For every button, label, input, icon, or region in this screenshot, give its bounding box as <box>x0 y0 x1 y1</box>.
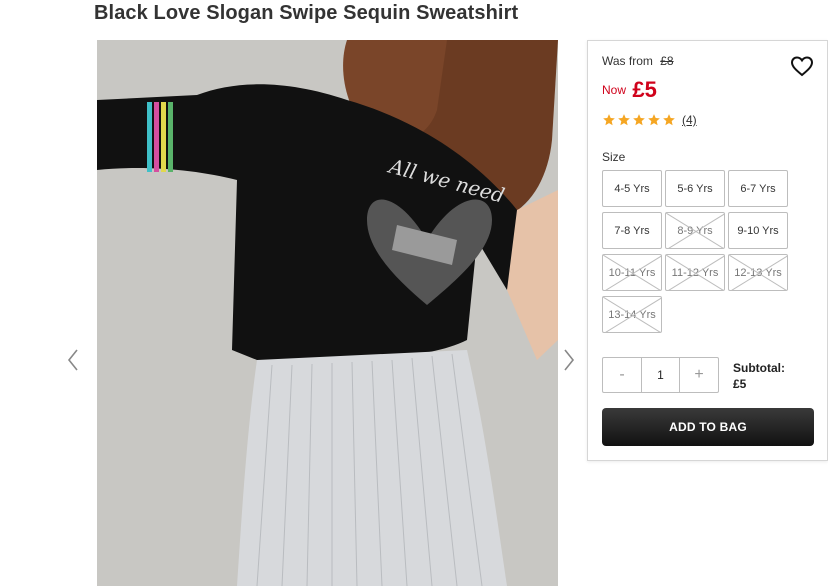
prev-image-button[interactable] <box>64 346 82 374</box>
purchase-panel: Was from £8 Now £5 (4) Size 4-5 Yrs 5-6 Y… <box>587 40 828 461</box>
size-option-label: 5-6 Yrs <box>677 182 713 195</box>
size-option[interactable]: 5-6 Yrs <box>665 170 725 207</box>
add-to-bag-button[interactable]: ADD TO BAG <box>602 408 814 446</box>
now-label: Now <box>602 83 627 97</box>
unavailable-cross-icon <box>603 297 661 332</box>
wishlist-button[interactable] <box>790 55 814 77</box>
size-option-label: 6-7 Yrs <box>740 182 776 195</box>
now-price-line: Now £5 <box>602 77 657 103</box>
quantity-input[interactable]: 1 <box>641 358 680 392</box>
size-option[interactable]: 8-9 Yrs <box>665 212 725 249</box>
size-option-label: 9-10 Yrs <box>737 224 779 237</box>
unavailable-cross-icon <box>729 255 787 290</box>
unavailable-cross-icon <box>603 255 661 290</box>
size-option[interactable]: 7-8 Yrs <box>602 212 662 249</box>
size-option[interactable]: 12-13 Yrs <box>728 254 788 291</box>
size-option-label: 7-8 Yrs <box>614 224 650 237</box>
was-label: Was from <box>602 54 653 68</box>
size-option[interactable]: 4-5 Yrs <box>602 170 662 207</box>
size-option[interactable]: 6-7 Yrs <box>728 170 788 207</box>
review-count-link[interactable]: (4) <box>682 113 697 127</box>
size-option[interactable]: 10-11 Yrs <box>602 254 662 291</box>
quantity-increase-button[interactable]: + <box>680 358 718 392</box>
heart-outline-icon <box>790 56 814 77</box>
size-option[interactable]: 9-10 Yrs <box>728 212 788 249</box>
chevron-right-icon <box>564 349 575 371</box>
was-price-line: Was from £8 <box>602 54 674 68</box>
subtotal-value: £5 <box>733 377 747 391</box>
was-price: £8 <box>660 54 674 68</box>
product-image: All we need <box>97 40 558 586</box>
rating-row: (4) <box>602 113 697 127</box>
next-image-button[interactable] <box>560 346 578 374</box>
chevron-left-icon <box>67 349 78 371</box>
quantity-stepper: - 1 + <box>602 357 719 393</box>
star-icon <box>618 114 630 126</box>
unavailable-cross-icon <box>666 255 724 290</box>
quantity-decrease-button[interactable]: - <box>603 358 641 392</box>
star-icon <box>603 114 615 126</box>
product-photo-illustration: All we need <box>97 40 558 586</box>
size-option-label: 4-5 Yrs <box>614 182 650 195</box>
unavailable-cross-icon <box>666 213 724 248</box>
size-option[interactable]: 13-14 Yrs <box>602 296 662 333</box>
now-price: £5 <box>632 77 657 102</box>
product-title: Black Love Slogan Swipe Sequin Sweatshir… <box>94 2 519 24</box>
star-icon <box>633 114 645 126</box>
size-label: Size <box>602 150 626 164</box>
star-icon <box>663 114 675 126</box>
star-icon <box>648 114 660 126</box>
subtotal: Subtotal: £5 <box>733 360 785 392</box>
subtotal-label: Subtotal: <box>733 361 785 375</box>
star-rating <box>602 113 677 127</box>
size-option[interactable]: 11-12 Yrs <box>665 254 725 291</box>
